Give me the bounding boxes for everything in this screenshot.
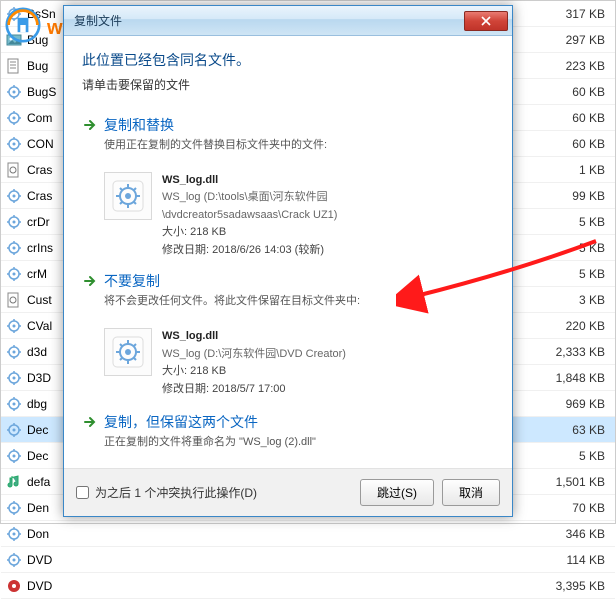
conflict-subheading: 请单击要保留的文件: [82, 76, 494, 93]
file-type-icon: [5, 369, 23, 387]
site-logo-icon: [5, 7, 41, 43]
cancel-button[interactable]: 取消: [442, 479, 500, 506]
file-type-icon: [5, 213, 23, 231]
file-size: 大小: 218 KB: [162, 363, 346, 381]
file-type-icon: [5, 83, 23, 101]
apply-all-checkbox-label[interactable]: 为之后 1 个冲突执行此操作(D): [76, 484, 352, 501]
file-name: WS_log.dll: [162, 328, 346, 346]
file-type-icon: [5, 317, 23, 335]
list-item[interactable]: DVD114 KB: [1, 547, 615, 573]
file-type-icon: [5, 265, 23, 283]
source-file-box: WS_log.dll WS_log (D:\tools\桌面\河东软件园 \dv…: [104, 172, 494, 260]
dialog-title: 复制文件: [74, 12, 464, 29]
file-date: 修改日期: 2018/5/7 17:00: [162, 381, 346, 399]
dest-file-box: WS_log.dll WS_log (D:\河东软件园\DVD Creator)…: [104, 328, 494, 398]
close-button[interactable]: [464, 11, 508, 31]
option-title: 复制和替换: [104, 115, 494, 135]
file-type-icon: [5, 187, 23, 205]
file-path: WS_log (D:\河东软件园\DVD Creator): [162, 346, 346, 364]
file-size: 1,501 KB: [545, 475, 615, 489]
option-desc: 将不会更改任何文件。将此文件保留在目标文件夹中:: [104, 293, 494, 310]
option-desc: 使用正在复制的文件替换目标文件夹中的文件:: [104, 137, 494, 154]
file-type-icon: [5, 447, 23, 465]
option-desc: 正在复制的文件将重命名为 "WS_log (2).dll": [104, 434, 494, 451]
dialog-body: 此位置已经包含同名文件。 请单击要保留的文件 复制和替换 使用正在复制的文件替换…: [64, 36, 512, 468]
arrow-right-icon: [82, 117, 98, 133]
file-size: 3 KB: [545, 293, 615, 307]
option-keep-both[interactable]: 复制，但保留这两个文件 正在复制的文件将重命名为 "WS_log (2).dll…: [82, 404, 494, 461]
gear-dll-icon: [111, 179, 145, 213]
file-type-icon: [5, 473, 23, 491]
file-size: 大小: 218 KB: [162, 224, 337, 242]
file-size: 969 KB: [545, 397, 615, 411]
file-size: 3,395 KB: [545, 579, 615, 593]
file-path-l2: \dvdcreator5sadawsaas\Crack UZ1): [162, 207, 337, 225]
file-type-icon: [5, 395, 23, 413]
watermark-prefix: w: [47, 17, 65, 39]
option-keep[interactable]: 不要复制 将不会更改任何文件。将此文件保留在目标文件夹中:: [82, 263, 494, 320]
file-large-icon: [104, 172, 152, 220]
close-icon: [481, 16, 491, 26]
file-type-icon: [5, 551, 23, 569]
file-type-icon: [5, 421, 23, 439]
option-title: 不要复制: [104, 271, 494, 291]
file-size: 60 KB: [545, 85, 615, 99]
file-name: DVD: [27, 579, 545, 593]
file-size: 60 KB: [545, 137, 615, 151]
option-copy-replace[interactable]: 复制和替换 使用正在复制的文件替换目标文件夹中的文件:: [82, 107, 494, 164]
file-size: 5 KB: [545, 215, 615, 229]
option-title: 复制，但保留这两个文件: [104, 412, 494, 432]
arrow-right-icon: [82, 273, 98, 289]
file-type-icon: [5, 525, 23, 543]
arrow-right-icon: [82, 414, 98, 430]
file-type-icon: [5, 161, 23, 179]
conflict-heading: 此位置已经包含同名文件。: [82, 50, 494, 70]
file-name: Don: [27, 527, 545, 541]
file-size: 5 KB: [545, 449, 615, 463]
file-type-icon: [5, 135, 23, 153]
file-size: 5 KB: [545, 241, 615, 255]
file-size: 70 KB: [545, 501, 615, 515]
file-size: 5 KB: [545, 267, 615, 281]
file-name: DVD: [27, 553, 545, 567]
file-type-icon: [5, 109, 23, 127]
file-size: 1 KB: [545, 163, 615, 177]
file-size: 223 KB: [545, 59, 615, 73]
list-item[interactable]: DVD3,395 KB: [1, 573, 615, 599]
file-large-icon: [104, 328, 152, 376]
checkbox-text: 为之后 1 个冲突执行此操作(D): [95, 484, 257, 501]
file-size: 317 KB: [545, 7, 615, 21]
file-size: 1,848 KB: [545, 371, 615, 385]
file-date: 修改日期: 2018/6/26 14:03 (较新): [162, 242, 337, 260]
file-size: 60 KB: [545, 111, 615, 125]
apply-all-checkbox[interactable]: [76, 486, 89, 499]
file-size: 297 KB: [545, 33, 615, 47]
file-size: 346 KB: [545, 527, 615, 541]
list-item[interactable]: Don346 KB: [1, 521, 615, 547]
file-path-l1: WS_log (D:\tools\桌面\河东软件园: [162, 189, 337, 207]
file-name: WS_log.dll: [162, 172, 337, 190]
file-type-icon: [5, 499, 23, 517]
skip-button[interactable]: 跳过(S): [360, 479, 434, 506]
file-size: 220 KB: [545, 319, 615, 333]
file-type-icon: [5, 57, 23, 75]
copy-file-dialog: 复制文件 此位置已经包含同名文件。 请单击要保留的文件 复制和替换 使用正在复制…: [63, 5, 513, 517]
file-type-icon: [5, 239, 23, 257]
file-size: 2,333 KB: [545, 345, 615, 359]
file-size: 63 KB: [545, 423, 615, 437]
dialog-footer: 为之后 1 个冲突执行此操作(D) 跳过(S) 取消: [64, 468, 512, 516]
file-size: 99 KB: [545, 189, 615, 203]
gear-dll-icon: [111, 335, 145, 369]
file-size: 114 KB: [545, 553, 615, 567]
file-type-icon: [5, 291, 23, 309]
file-type-icon: [5, 577, 23, 595]
file-type-icon: [5, 343, 23, 361]
dialog-titlebar[interactable]: 复制文件: [64, 6, 512, 36]
